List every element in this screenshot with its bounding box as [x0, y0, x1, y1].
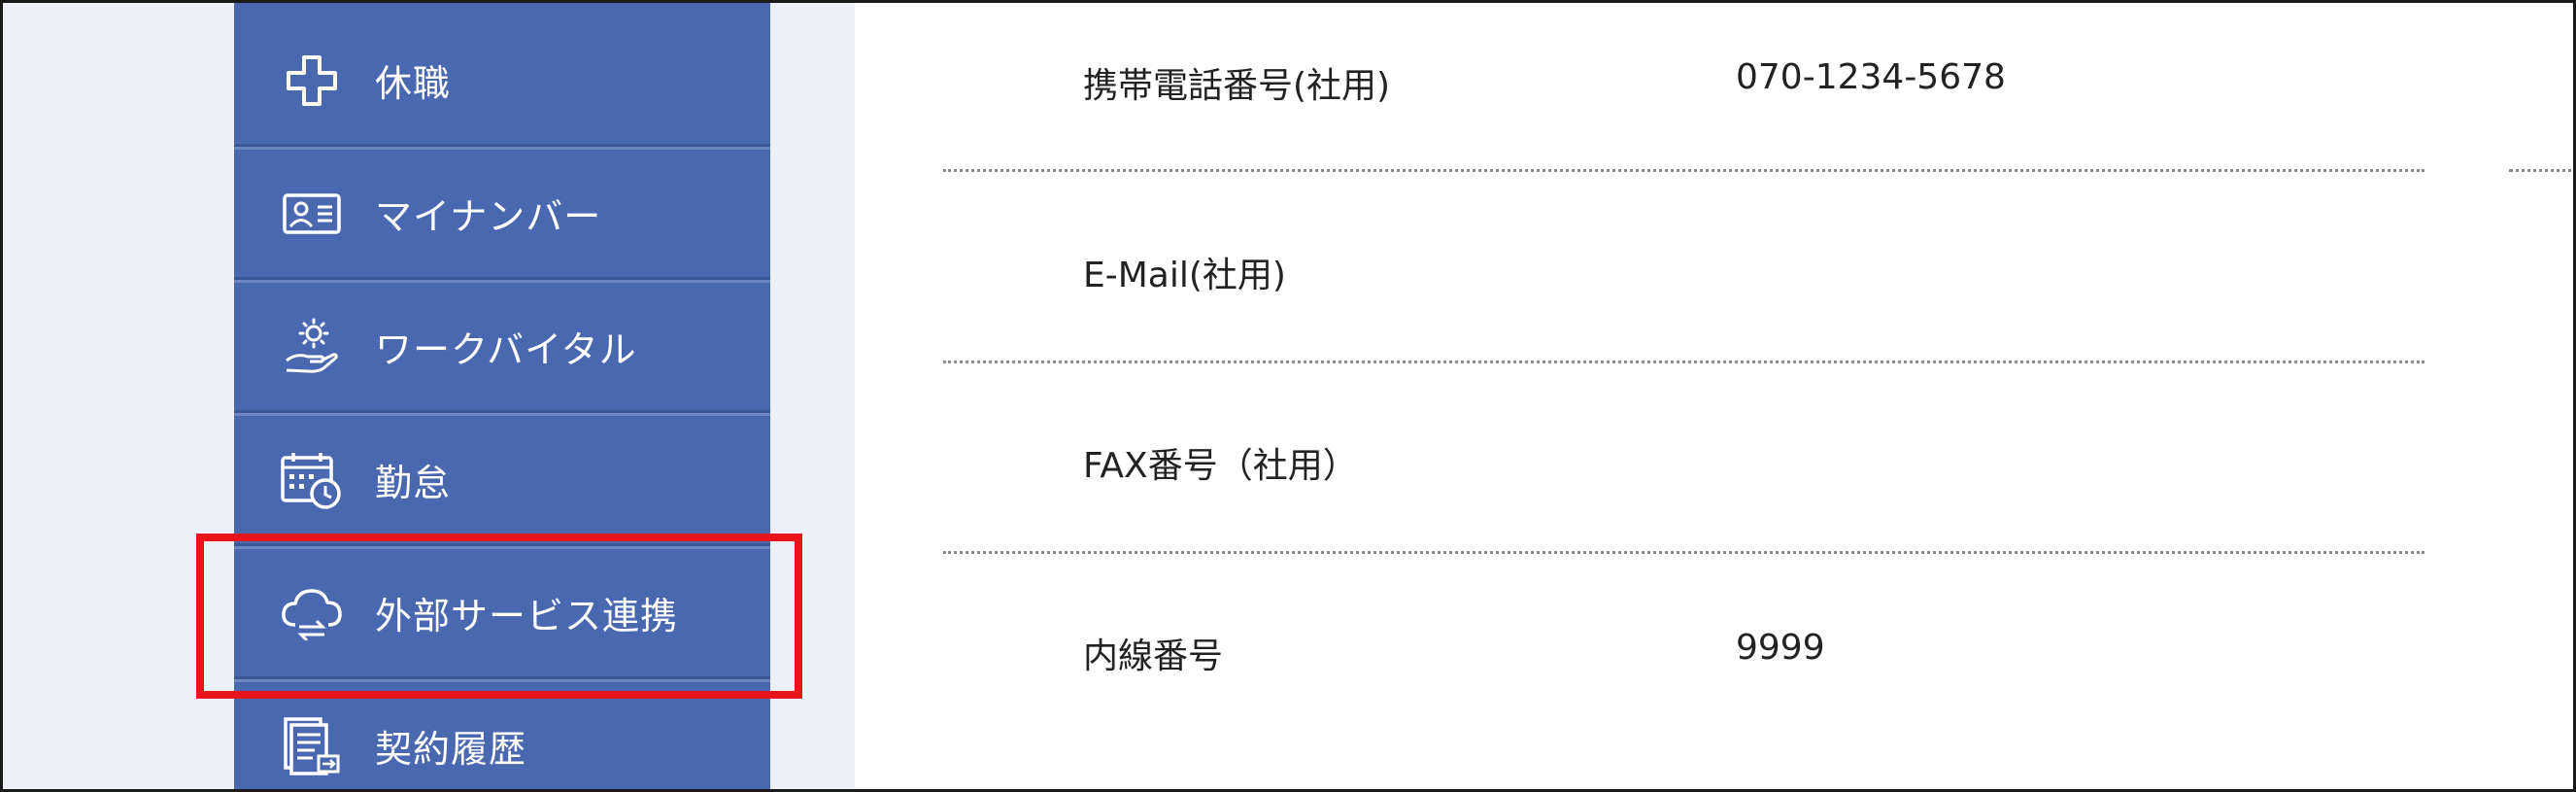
screenshot-frame: 休職 マイナンバー ワークバイタル 勤怠 外部サービス連携 契約履歴 携帯電話番… — [0, 0, 2576, 792]
id-card-icon — [279, 181, 345, 247]
field-value-extension: 9999 — [1736, 628, 1825, 668]
row-divider — [943, 551, 2424, 554]
row-divider — [943, 169, 2424, 172]
sidebar-item-label: 契約履歴 — [375, 728, 527, 771]
plus-cross-icon — [279, 48, 345, 114]
highlight-annotation-box — [196, 534, 802, 699]
row-divider — [943, 361, 2424, 363]
field-label-extension: 内線番号 — [1083, 637, 1224, 676]
sidebar-item-leave[interactable]: 休職 — [234, 17, 770, 150]
document-history-icon — [279, 713, 345, 779]
hand-sun-icon — [279, 314, 345, 380]
field-label-fax: FAX番号（社用） — [1083, 446, 1358, 486]
row-divider-right — [2509, 169, 2573, 172]
field-label-email: E-Mail(社用) — [1083, 256, 1286, 295]
sidebar-item-label: マイナンバー — [375, 195, 602, 238]
sidebar-item-work-vital[interactable]: ワークバイタル — [234, 283, 770, 416]
sidebar-item-label: ワークバイタル — [375, 328, 637, 371]
field-label-mobile: 携帯電話番号(社用) — [1083, 66, 1391, 106]
sidebar-item-label: 勤怠 — [375, 462, 452, 504]
calendar-clock-icon — [279, 447, 345, 513]
sidebar-item-label: 休職 — [375, 62, 452, 105]
field-value-mobile: 070-1234-5678 — [1736, 57, 2006, 97]
detail-panel: 携帯電話番号(社用) 070-1234-5678 E-Mail(社用) FAX番… — [855, 3, 2573, 789]
sidebar-item-my-number[interactable]: マイナンバー — [234, 150, 770, 283]
sidebar-item-attendance[interactable]: 勤怠 — [234, 416, 770, 549]
